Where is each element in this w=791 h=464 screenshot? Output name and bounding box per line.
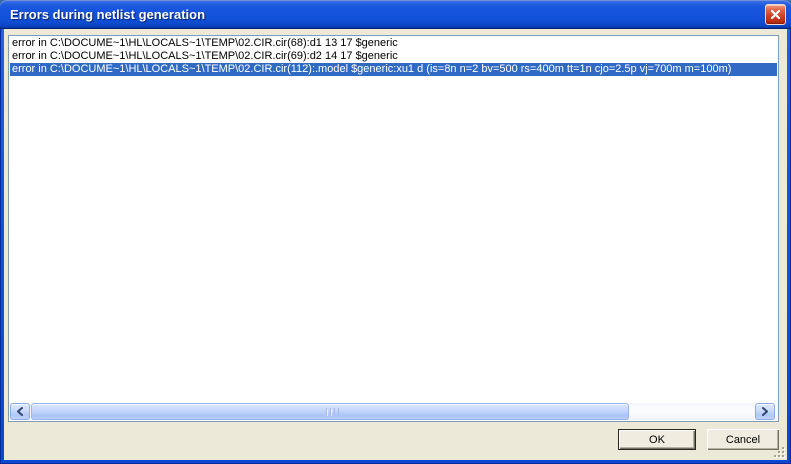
list-item[interactable]: error in C:\DOCUME~1\HL\LOCALS~1\TEMP\02…	[10, 50, 777, 63]
scroll-left-button[interactable]	[10, 403, 30, 420]
horizontal-scrollbar[interactable]	[10, 403, 777, 420]
chevron-left-icon	[17, 407, 23, 416]
window-title: Errors during netlist generation	[10, 7, 206, 22]
list-item[interactable]: error in C:\DOCUME~1\HL\LOCALS~1\TEMP\02…	[10, 37, 777, 50]
thumb-grip-icon	[330, 408, 331, 415]
resize-grip[interactable]	[772, 445, 786, 459]
chevron-right-icon	[762, 407, 768, 416]
dialog-window: Errors during netlist generation error i…	[0, 0, 791, 464]
cancel-button[interactable]: Cancel	[707, 429, 779, 450]
error-listbox[interactable]: error in C:\DOCUME~1\HL\LOCALS~1\TEMP\02…	[8, 35, 779, 422]
scrollbar-thumb[interactable]	[31, 403, 629, 420]
close-button[interactable]	[765, 4, 786, 25]
dialog-client-area: error in C:\DOCUME~1\HL\LOCALS~1\TEMP\02…	[4, 29, 787, 460]
ok-button[interactable]: OK	[618, 429, 696, 450]
error-list: error in C:\DOCUME~1\HL\LOCALS~1\TEMP\02…	[10, 37, 777, 76]
dialog-button-row: OK Cancel	[618, 429, 779, 450]
list-item[interactable]: error in C:\DOCUME~1\HL\LOCALS~1\TEMP\02…	[10, 63, 777, 76]
title-bar[interactable]: Errors during netlist generation	[0, 0, 791, 29]
close-icon	[770, 9, 781, 20]
scroll-right-button[interactable]	[755, 403, 775, 420]
